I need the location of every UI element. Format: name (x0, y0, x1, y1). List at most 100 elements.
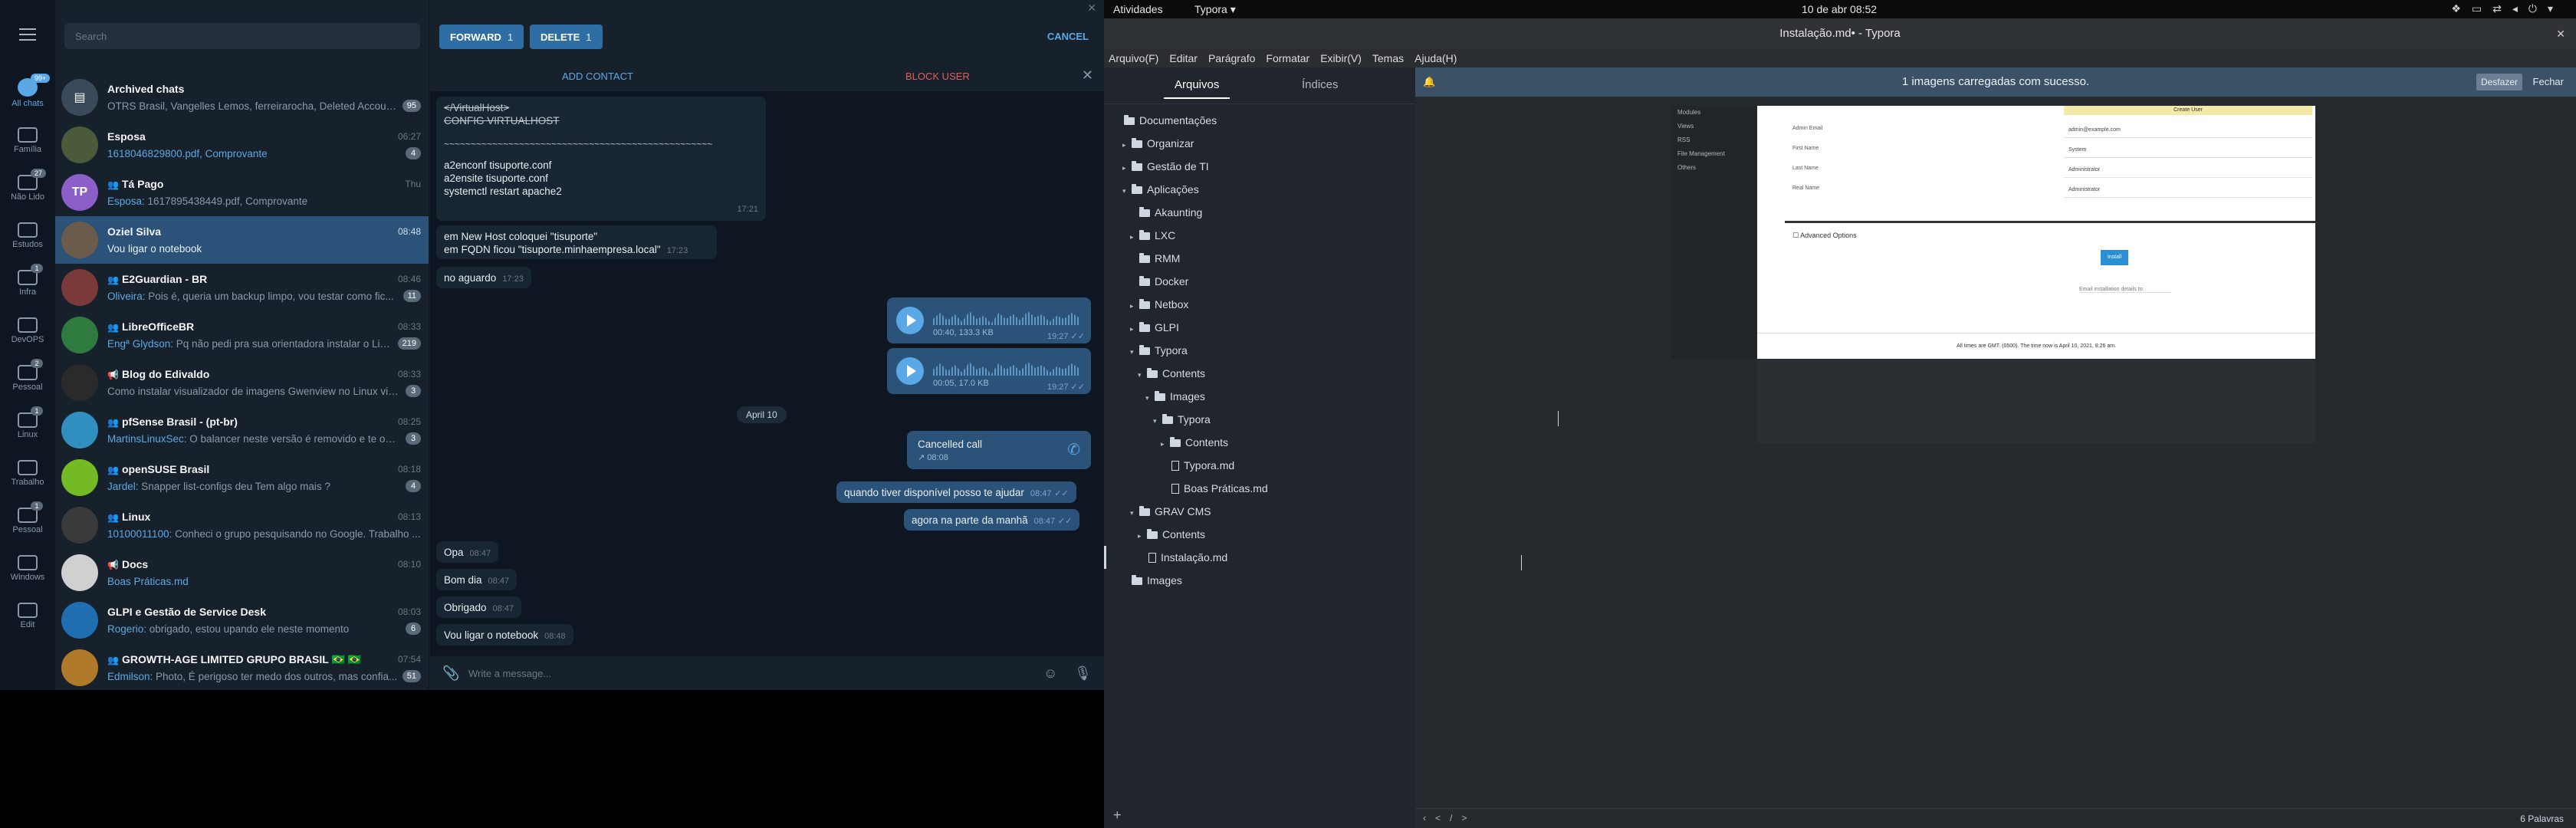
folder-item[interactable]: Infra 1 (0, 259, 55, 307)
caret-icon[interactable]: ▸ (1161, 432, 1168, 455)
tree-file[interactable]: Instalação.md (1104, 546, 1415, 569)
tree-folder[interactable]: ▸ LXC (1104, 224, 1415, 247)
tree-folder[interactable]: ▾ Images (1104, 385, 1415, 408)
play-icon[interactable] (896, 307, 924, 334)
screen-icon[interactable]: ▭ (2472, 2, 2492, 15)
delete-button[interactable]: DELETE 1 (530, 25, 603, 49)
voice-message[interactable]: 00:40, 133.3 KB 19:27 ✓✓ (887, 297, 1091, 343)
close-icon[interactable]: ✕ (2556, 18, 2565, 49)
network-icon[interactable]: ⇄ (2492, 2, 2512, 15)
tree-folder[interactable]: ▾ Aplicações (1104, 178, 1415, 201)
caret-icon[interactable]: ▸ (1138, 524, 1145, 547)
folder-item[interactable]: Linux 1 (0, 402, 55, 449)
emoji-icon[interactable]: ☺ (1043, 665, 1057, 682)
menu-item[interactable]: Exibir(V) (1320, 49, 1362, 67)
tree-folder[interactable]: Akaunting (1104, 201, 1415, 224)
message-bubble[interactable]: no aguardo 17:23 (436, 267, 531, 288)
folder-item[interactable]: Trabalho (0, 449, 55, 497)
caret-icon[interactable]: ▸ (1122, 156, 1130, 179)
folder-item[interactable]: All chats 99+ (0, 69, 55, 117)
folder-item[interactable]: Não Lido 27 (0, 164, 55, 212)
caret-icon[interactable]: ▾ (1145, 386, 1153, 409)
caret-icon[interactable]: ▾ (1122, 179, 1130, 202)
embedded-image[interactable]: Modules Views RSS File Management Others Cre… (1671, 106, 2315, 443)
folder-item[interactable]: DevOPS (0, 307, 55, 354)
chat-list-item[interactable]: 👥 E2Guardian - BR 08:46 Oliveira: Pois é, q… (55, 264, 429, 311)
tree-folder[interactable]: Docker (1104, 270, 1415, 293)
chat-list-item[interactable]: 👥 openSUSE Brasil 08:18 Jardel: Snapper lis… (55, 454, 429, 501)
chat-list-item[interactable]: Esposa 06:27 1618046829800.pdf, Comprovant… (55, 121, 429, 169)
app-menu-button[interactable]: Typora ▾ (1194, 3, 1236, 16)
caret-icon[interactable]: ▸ (1130, 317, 1138, 340)
source-code-icon[interactable]: </> (1435, 813, 1476, 823)
tree-folder[interactable]: Images (1104, 569, 1415, 592)
folder-item[interactable]: Pessoal 1 (0, 497, 55, 544)
clock[interactable]: 10 de abr 08:52 (1802, 3, 1877, 15)
menu-item[interactable]: Temas (1372, 49, 1404, 67)
tab-outline[interactable]: Índices (1302, 78, 1339, 91)
outgoing-message[interactable]: agora na parte da manhã 08:47 ✓✓ (904, 509, 1080, 531)
search-input[interactable] (64, 23, 420, 49)
dropbox-icon[interactable]: ❖ (2451, 2, 2472, 15)
caret-icon[interactable]: ▾ (1153, 409, 1161, 432)
caret-icon[interactable]: ▾ (1130, 501, 1138, 524)
forward-button[interactable]: FORWARD 1 (439, 25, 524, 49)
tree-file[interactable]: Boas Práticas.md (1104, 477, 1415, 500)
folder-item[interactable]: Pessoal 2 (0, 354, 55, 402)
chat-list-item[interactable]: 👥 pfSense Brasil - (pt-br) 08:25 MartinsLin… (55, 406, 429, 454)
power-icon[interactable]: ⏻ (2528, 2, 2548, 15)
folder-item[interactable]: Edit (0, 592, 55, 639)
tree-folder[interactable]: ▸ Contents (1104, 523, 1415, 546)
voice-message[interactable]: 00:05, 17.0 KB 19:27 ✓✓ (887, 348, 1091, 394)
outgoing-message[interactable]: quando tiver disponível posso te ajudar 0… (836, 481, 1076, 503)
system-tray[interactable]: ❖▭⇄◂⏻▾ (2451, 2, 2564, 15)
tree-folder[interactable]: ▸ Netbox (1104, 293, 1415, 316)
tree-folder[interactable]: ▾ Typora (1104, 408, 1415, 431)
message-code-bubble[interactable]: </VirtualHost> CONFIG VIRTUALHOST ~~~~~~… (436, 97, 766, 221)
tree-folder[interactable]: ▾ Typora (1104, 339, 1415, 362)
tree-folder[interactable]: ▾ Contents (1104, 362, 1415, 385)
message-bubble[interactable]: em New Host coloquei "tisuporte" em FQDN… (436, 225, 717, 259)
call-message[interactable]: Cancelled call ↗ 08:08 ✆ (907, 431, 1091, 469)
attach-icon[interactable]: 📎 (442, 665, 459, 682)
folder-item[interactable]: Família (0, 117, 55, 164)
caret-icon[interactable]: ▾ (1130, 340, 1138, 363)
undo-button[interactable]: Desfazer (2476, 74, 2522, 90)
phone-icon[interactable]: ✆ (1067, 440, 1080, 459)
chevron-left-icon[interactable]: ‹ (1423, 813, 1435, 823)
main-menu-button[interactable] (0, 0, 55, 69)
add-file-icon[interactable]: + (1113, 807, 1122, 823)
chat-list-item[interactable]: TP 👥 Tá Pago Thu Esposa: 1617895438449.pdf, … (55, 169, 429, 216)
caret-icon[interactable]: ▸ (1130, 225, 1138, 248)
folder-item[interactable]: Windows (0, 544, 55, 592)
chat-list-item[interactable]: 👥 GROWTH-AGE LIMITED GRUPO BRASIL 🇧🇷 🇧🇷 07… (55, 644, 429, 690)
menu-item[interactable]: Ajuda(H) (1414, 49, 1457, 67)
tree-file[interactable]: Typora.md (1104, 454, 1415, 477)
chat-list-item[interactable]: 📢 Blog do Edivaldo 08:33 Como instalar visu… (55, 359, 429, 406)
close-action-bar-icon[interactable]: ✕ (1082, 67, 1093, 84)
message-bubble[interactable]: Vou ligar o notebook 08:48 (436, 624, 573, 646)
tab-files[interactable]: Arquivos (1163, 78, 1230, 99)
chat-list-item[interactable]: 📢 Docs 08:10 Boas Práticas.md (55, 549, 429, 596)
microphone-icon[interactable]: 🎙 (1074, 665, 1092, 682)
tree-folder[interactable]: Documentações (1104, 109, 1415, 132)
window-close-icon[interactable]: ✕ (1087, 2, 1096, 15)
close-notification-button[interactable]: Fechar (2533, 67, 2564, 97)
tree-folder[interactable]: ▾ GRAV CMS (1104, 500, 1415, 523)
tree-folder[interactable]: ▸ GLPI (1104, 316, 1415, 339)
add-contact-button[interactable]: ADD CONTACT (562, 71, 633, 82)
menu-item[interactable]: Formatar (1266, 49, 1309, 67)
folder-item[interactable]: Estudos (0, 212, 55, 259)
word-count[interactable]: 6 Palavras (2520, 813, 2564, 824)
menu-item[interactable]: Parágrafo (1208, 49, 1255, 67)
chat-list-item[interactable]: Oziel Silva 08:48 Vou ligar o notebook (55, 216, 429, 264)
chat-list-item[interactable]: 👥 Linux 08:13 10100011100: Conheci o grupo … (55, 501, 429, 549)
message-bubble[interactable]: Opa 08:47 (436, 541, 499, 563)
message-bubble[interactable]: Obrigado 08:47 (436, 596, 522, 618)
cancel-button[interactable]: CANCEL (1047, 31, 1089, 42)
tree-folder[interactable]: ▸ Contents (1104, 431, 1415, 454)
message-bubble[interactable]: Bom dia 08:47 (436, 569, 518, 590)
message-input[interactable] (468, 664, 974, 682)
tree-folder[interactable]: RMM (1104, 247, 1415, 270)
tree-folder[interactable]: ▸ Organizar (1104, 132, 1415, 155)
